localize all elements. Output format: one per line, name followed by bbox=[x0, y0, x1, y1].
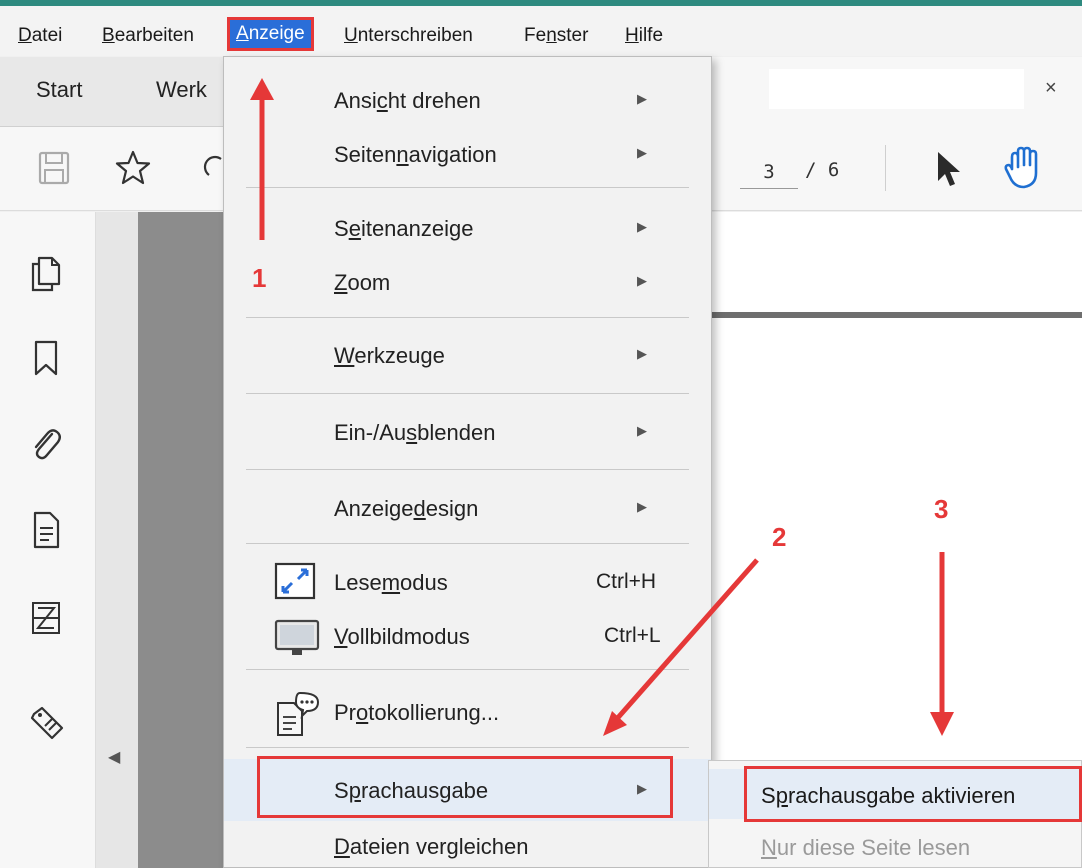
annotation-step-3: 3 bbox=[934, 494, 949, 524]
annotation-overlay bbox=[250, 78, 954, 736]
annotation-arrow-3 bbox=[930, 552, 954, 736]
annotation-step-2: 2 bbox=[772, 522, 787, 552]
annotation-arrow-2 bbox=[603, 558, 759, 736]
annotation-step-1: 1 bbox=[252, 263, 267, 293]
annotation-arrow-1 bbox=[250, 78, 274, 240]
